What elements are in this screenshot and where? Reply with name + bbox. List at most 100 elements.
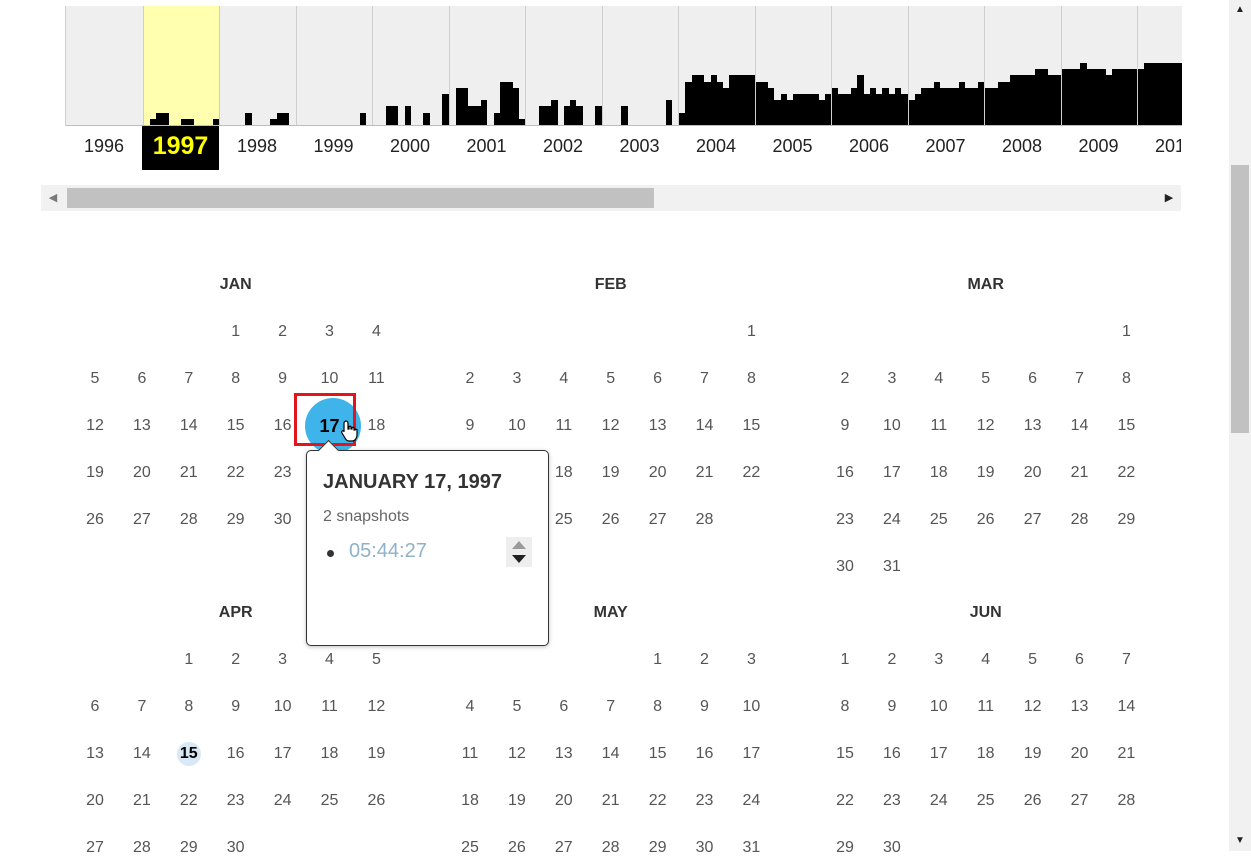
calendar-day: 28 [685,505,725,535]
year-label-2008[interactable]: 2008 [984,126,1061,170]
calendar-day: 27 [122,505,162,535]
year-selector[interactable]: 1996 1997 1998 1999 2000 2001 2002 2003 2004 2005… [65,126,1181,170]
year-label-1998[interactable]: 1998 [219,126,296,170]
calendar-day: 9 [450,411,490,441]
day-number: 21 [1070,464,1089,481]
year-label-1996[interactable]: 1996 [66,126,143,170]
calendar-day: 26 [591,505,631,535]
day-number: 21 [1117,745,1136,762]
activity-bar[interactable] [576,106,583,125]
day-number: 1 [1121,323,1131,340]
calendar-day: 3 [872,364,912,394]
day-number: 29 [648,839,667,856]
horizontal-scroll-thumb[interactable] [67,188,654,208]
day-number: 9 [840,417,850,434]
day-number: 26 [367,792,386,809]
spinner-down-arrow-icon[interactable] [512,555,526,563]
year-label-2010[interactable]: 2010 [1137,126,1181,170]
day-number: 10 [320,370,339,387]
year-label-1997[interactable]: 1997 [142,126,219,170]
day-number: 22 [836,792,854,809]
snapshot-time-link[interactable]: 05:44:27 [349,540,427,563]
calendar-day: 13 [1013,411,1053,441]
calendar-day: 18 [356,411,396,441]
scroll-down-arrow-icon[interactable]: ▼ [1229,831,1251,851]
calendar-day: 10 [310,364,350,394]
page-vertical-scrollbar[interactable]: ▲ ▼ [1229,0,1251,851]
year-label-1999[interactable]: 1999 [295,126,372,170]
day-number: 4 [981,651,991,668]
calendar-day: 22 [169,786,209,816]
day-number: 9 [465,417,475,434]
day-number: 2 [231,651,241,668]
day-number: 22 [179,792,198,809]
activity-bar[interactable] [404,106,411,125]
activity-bar[interactable] [423,113,430,125]
calendar-day: 2 [685,645,725,675]
day-number: 12 [367,698,386,715]
year-label-2004[interactable]: 2004 [678,126,755,170]
activity-bar[interactable] [283,113,290,125]
activity-bar[interactable] [391,106,399,125]
activity-bar[interactable] [481,100,488,125]
calendar-day: 28 [122,833,162,863]
year-label-2006[interactable]: 2006 [831,126,908,170]
calendar-day: 29 [169,833,209,863]
year-separator [295,6,297,125]
calendar-day: 13 [1060,692,1100,722]
day-number: 21 [695,464,714,481]
calendar-day: 24 [731,786,771,816]
day-number: 29 [179,839,198,856]
activity-bar[interactable] [162,113,169,125]
calendar-day: 25 [544,505,584,535]
day-number: 9 [278,370,288,387]
activity-bar[interactable] [1175,63,1182,125]
year-label-2000[interactable]: 2000 [372,126,449,170]
year-label-2007[interactable]: 2007 [907,126,984,170]
day-number: 26 [976,511,995,528]
day-number: 15 [742,417,761,434]
year-label-2005[interactable]: 2005 [754,126,831,170]
year-label-2002[interactable]: 2002 [525,126,602,170]
calendar-day: 4 [544,364,584,394]
spinner-up-arrow-icon[interactable] [512,541,526,549]
year-label-2009[interactable]: 2009 [1060,126,1137,170]
calendar-day: 20 [638,458,678,488]
day-number: 20 [132,464,151,481]
year-label-2001[interactable]: 2001 [448,126,525,170]
scroll-up-arrow-icon[interactable]: ▲ [1229,0,1251,20]
calendar-day[interactable]: 15 [169,739,209,769]
year-label-2003[interactable]: 2003 [601,126,678,170]
day-number: 19 [1023,745,1042,762]
activity-bar[interactable] [665,100,672,125]
calendar-day: 20 [1013,458,1053,488]
activity-bar[interactable] [551,100,558,125]
day-number: 3 [746,651,756,668]
year-separator [448,6,450,125]
day-number: 24 [742,792,761,809]
calendar-day: 21 [122,786,162,816]
calendar-day: 11 [966,692,1006,722]
calendar-day: 7 [122,692,162,722]
day-number: 20 [648,464,667,481]
activity-bar[interactable] [359,113,366,125]
day-number: 11 [368,370,385,387]
day-number: 24 [929,792,948,809]
snapshot-list-spinner[interactable] [506,537,532,567]
scroll-right-arrow-icon[interactable]: ▶ [1157,185,1181,211]
vertical-scroll-thumb[interactable] [1231,165,1249,433]
day-number: 18 [929,464,948,481]
calendar-day: 6 [544,692,584,722]
day-number: 13 [554,745,573,762]
calendar-day: 14 [1106,692,1146,722]
calendar-day: 29 [216,505,256,535]
timeline-horizontal-scrollbar[interactable]: ◀ ▶ [41,185,1181,211]
day-number: 3 [278,651,288,668]
activity-bar[interactable] [245,113,252,125]
day-number: 29 [226,511,245,528]
sparkline[interactable] [65,6,1182,126]
activity-bar[interactable] [621,106,628,125]
scroll-left-arrow-icon[interactable]: ◀ [41,185,65,211]
calendar-day: 7 [169,364,209,394]
selected-year-highlight [143,6,219,125]
